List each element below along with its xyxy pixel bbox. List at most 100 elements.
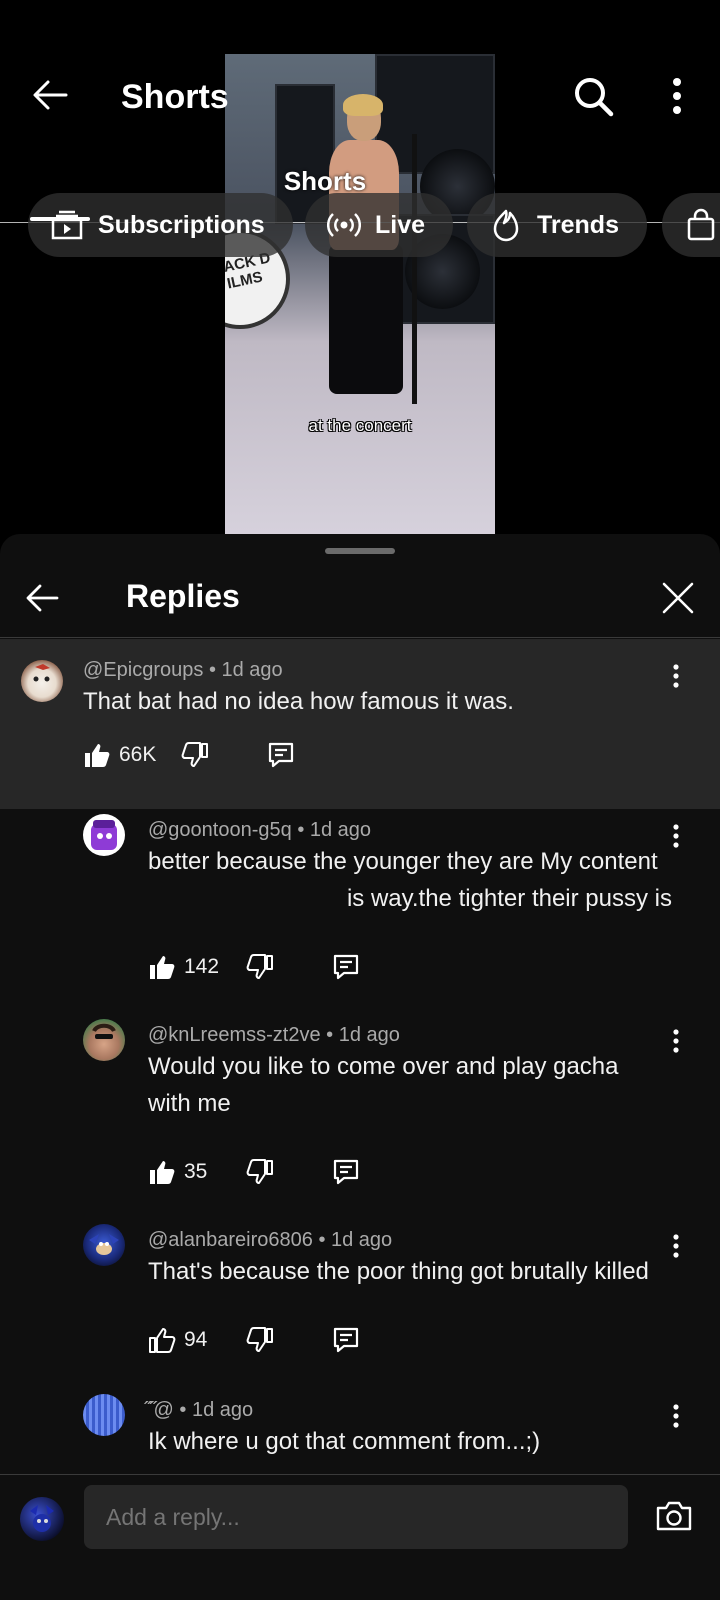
reply-comment: @knLreemss-zt2ve • 1d ago Would you like… (0, 1014, 720, 1214)
subscriptions-icon (51, 210, 83, 240)
avatar[interactable] (83, 1394, 125, 1436)
reply-comment-icon (333, 1327, 359, 1353)
dislike-button[interactable] (246, 1152, 274, 1192)
chip-live[interactable]: Live (305, 193, 454, 257)
comment-meta: ̋̋ ̋̋@ • 1d ago (148, 1399, 253, 1422)
search-icon[interactable] (572, 75, 614, 117)
like-button[interactable]: 142 (148, 947, 219, 987)
avatar-image (33, 664, 50, 682)
reply-button[interactable] (332, 1152, 360, 1192)
shopping-bag-icon (687, 208, 715, 241)
page-title: Shorts (121, 78, 229, 116)
avatar[interactable] (83, 1019, 125, 1061)
comment-time: 1d ago (191, 1399, 254, 1421)
chip-trends[interactable]: Trends (467, 193, 647, 257)
comment-time: 1d ago (309, 819, 372, 841)
camera-icon[interactable] (655, 1497, 693, 1535)
performer-legs-graphic (329, 244, 403, 394)
comment-actions: 35 (148, 1152, 448, 1192)
comment-actions: 66K (83, 735, 383, 775)
video-caption: at the concert (308, 416, 412, 435)
comment-text: That's because the poor thing got brutal… (148, 1258, 649, 1285)
replies-header: Replies (0, 554, 720, 638)
chip-subscriptions[interactable]: Subscriptions (28, 193, 293, 257)
reply-comment-icon (333, 954, 359, 980)
chip-label: Trends (537, 210, 619, 239)
category-chips: Subscriptions Live Trends (0, 193, 720, 257)
reply-button[interactable] (267, 735, 295, 775)
comment-text: is way.the tighter their pussy is (346, 885, 672, 912)
comment-actions: 94 (148, 1320, 448, 1360)
avatar-image (89, 1234, 119, 1255)
chip-label: Subscriptions (98, 210, 265, 239)
thumb-up-icon (149, 1328, 176, 1353)
comment-meta: @Epicgroups • 1d ago (83, 659, 283, 682)
video-player[interactable]: ACK DILMS Shorts at the concert Shorts (0, 0, 720, 535)
comment-author[interactable]: @alanbareiro6806 (148, 1229, 313, 1251)
reply-comment: @alanbareiro6806 • 1d ago That's because… (0, 1219, 720, 1389)
comment-text: Ik where u got that comment from...;) (148, 1428, 541, 1455)
more-options-icon[interactable] (660, 75, 694, 117)
dislike-button[interactable] (246, 1320, 274, 1360)
thumb-down-icon (246, 1159, 273, 1184)
reply-input[interactable] (84, 1485, 628, 1549)
like-button[interactable]: 94 (148, 1320, 207, 1360)
like-count: 94 (184, 1328, 208, 1351)
close-icon[interactable] (660, 580, 696, 616)
active-chip-indicator (30, 217, 90, 221)
comment-text: with me (148, 1090, 231, 1117)
comment-author[interactable]: @goontoon-g5q (148, 819, 292, 841)
meta-separator: • (179, 1399, 192, 1421)
reply-comment: @goontoon-g5q • 1d ago better because th… (0, 809, 720, 1009)
thumb-up-filled-icon (85, 744, 110, 767)
thumb-down-icon (246, 1327, 273, 1352)
comment-time: 1d ago (221, 659, 283, 681)
meta-separator: • (326, 1024, 339, 1046)
comment-author[interactable]: ̋̋ ̋̋@ (148, 1399, 174, 1421)
like-button[interactable]: 35 (148, 1152, 207, 1192)
reply-button[interactable] (332, 947, 360, 987)
comment-actions: 142 (148, 947, 448, 987)
parent-comment: @Epicgroups • 1d ago That bat had no ide… (0, 639, 720, 809)
avatar-image (91, 820, 117, 850)
back-arrow-icon[interactable] (24, 580, 60, 616)
back-arrow-icon[interactable] (30, 75, 70, 115)
meta-separator: • (208, 659, 222, 681)
top-app-bar: Shorts (0, 60, 720, 130)
comment-text: That bat had no idea how famous it was. (83, 688, 514, 715)
like-count: 142 (184, 955, 220, 978)
thumb-down-icon (246, 954, 273, 979)
trends-icon (493, 209, 519, 242)
dislike-button[interactable] (246, 947, 274, 987)
meta-separator: • (318, 1229, 331, 1251)
replies-title: Replies (126, 578, 240, 614)
comment-meta: @alanbareiro6806 • 1d ago (148, 1229, 392, 1252)
comment-meta: @knLreemss-zt2ve • 1d ago (148, 1024, 400, 1047)
chip-label: Live (375, 210, 426, 239)
avatar-image (92, 1023, 116, 1039)
dislike-button[interactable] (181, 735, 209, 775)
reply-comment-icon (268, 742, 294, 768)
reply-comment-icon (333, 1159, 359, 1185)
avatar[interactable] (83, 1224, 125, 1266)
comment-meta: @goontoon-g5q • 1d ago (148, 819, 371, 842)
comment-time: 1d ago (331, 1229, 393, 1251)
live-icon (327, 213, 361, 237)
thumb-up-filled-icon (150, 1161, 175, 1184)
comment-text: Would you like to come over and play gac… (148, 1053, 619, 1080)
comment-text: better because the younger they are My c… (148, 848, 658, 875)
avatar[interactable] (21, 660, 63, 702)
comment-author[interactable]: @knLreemss-zt2ve (148, 1024, 321, 1046)
reply-button[interactable] (332, 1320, 360, 1360)
thumb-down-icon (181, 742, 208, 767)
avatar[interactable] (83, 814, 125, 856)
chip-shopping[interactable] (662, 193, 720, 257)
replies-panel: Replies @Epicgroups • 1d ago That bat ha… (0, 534, 720, 1600)
user-avatar (20, 1497, 64, 1541)
like-count: 35 (184, 1160, 208, 1183)
avatar-image (30, 1505, 54, 1532)
comment-author[interactable]: @Epicgroups (83, 659, 203, 681)
meta-separator: • (297, 819, 310, 841)
like-button[interactable]: 66K (83, 735, 156, 775)
comment-more-icon[interactable] (666, 661, 686, 691)
